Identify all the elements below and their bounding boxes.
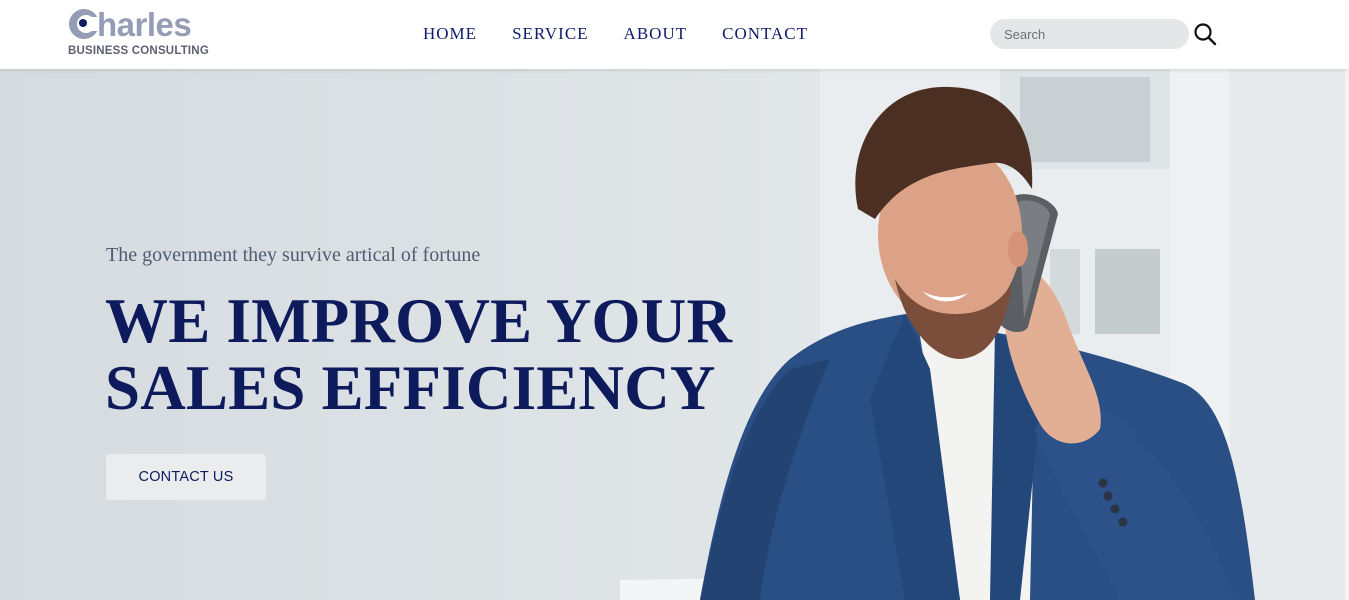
brand-logo[interactable]: harles BUSINESS CONSULTING (68, 6, 228, 62)
headline-line-2: SALES EFFICIENCY (105, 353, 716, 423)
headline-line-1: WE IMPROVE YOUR (105, 286, 733, 356)
logo-c-mark-icon (69, 9, 100, 39)
hero-section: The government they survive artical of f… (0, 69, 1349, 600)
nav-contact-link[interactable]: CONTACT (722, 24, 808, 44)
search-icon[interactable] (1193, 22, 1218, 47)
main-nav: HOME SERVICE ABOUT CONTACT (423, 24, 843, 44)
hero-headline: WE IMPROVE YOUR SALES EFFICIENCY (105, 288, 732, 422)
nav-home-link[interactable]: HOME (423, 24, 477, 44)
nav-about-link[interactable]: ABOUT (624, 24, 688, 44)
logo-wordmark: harles (97, 6, 192, 43)
search-bar (990, 19, 1220, 49)
hero-tagline: The government they survive artical of f… (106, 244, 481, 266)
search-input[interactable] (990, 19, 1189, 49)
site-header: harles BUSINESS CONSULTING HOME SERVICE … (0, 0, 1349, 69)
nav-service-link[interactable]: SERVICE (512, 24, 588, 44)
page-scrollbar[interactable] (1345, 69, 1349, 600)
logo-subtitle: BUSINESS CONSULTING (68, 45, 209, 57)
contact-us-button[interactable]: CONTACT US (106, 454, 266, 500)
